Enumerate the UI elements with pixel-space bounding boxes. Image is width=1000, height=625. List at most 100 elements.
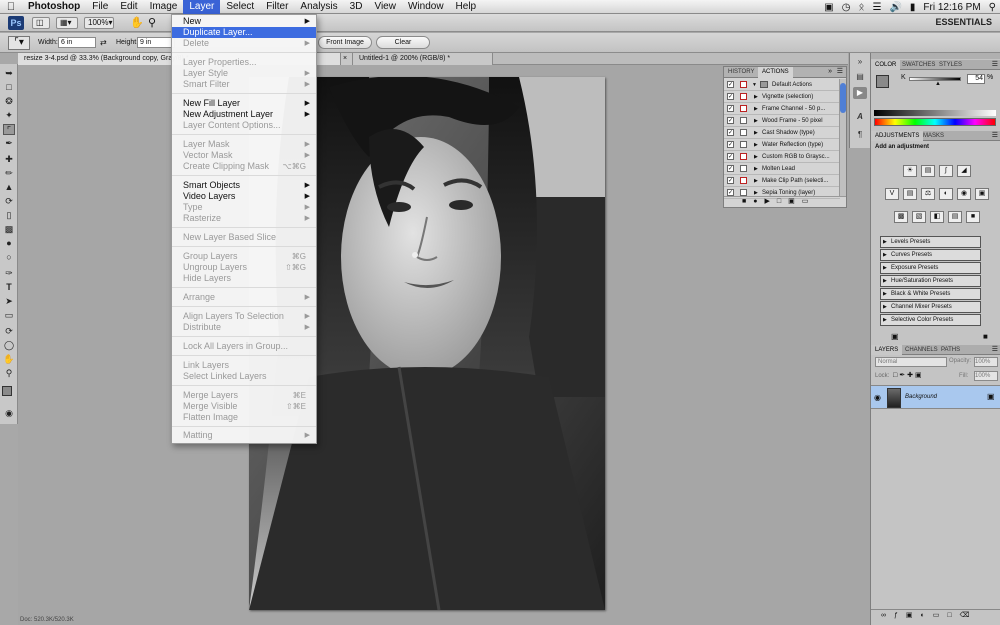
posterize-icon[interactable]: ▧ — [912, 211, 926, 223]
expand-triangle-icon[interactable]: ▶ — [754, 91, 758, 103]
tab-history[interactable]: HISTORY — [724, 67, 758, 78]
3d-orbit-tool-icon[interactable]: ◯ — [3, 340, 15, 351]
visibility-eye-icon[interactable]: ◉ — [874, 393, 881, 402]
check-icon[interactable]: ✓ — [727, 177, 734, 184]
threshold-icon[interactable]: ◧ — [930, 211, 944, 223]
menu-item-flatten-image[interactable]: Flatten Image — [172, 412, 316, 423]
menu-item-video-layers[interactable]: Video Layers ▶ — [172, 191, 316, 202]
menu-select[interactable]: Select — [220, 0, 260, 14]
menu-item-layer-content-options[interactable]: Layer Content Options... — [172, 120, 316, 131]
volume-icon[interactable]: 🔊 — [889, 2, 901, 13]
menu-item-new[interactable]: New ▶ — [172, 16, 316, 27]
view-extras-icon[interactable]: ▦▾ — [56, 17, 78, 29]
selective-color-icon[interactable]: ■ — [966, 211, 980, 223]
menu-item-select-linked-layers[interactable]: Select Linked Layers — [172, 371, 316, 382]
lasso-tool-icon[interactable]: ❂ — [3, 96, 15, 107]
tab-styles[interactable]: STYLES — [935, 60, 966, 70]
adjustment-panel-view-icon[interactable]: ■ — [983, 332, 988, 341]
menu-item-layer-style[interactable]: Layer Style ▶ — [172, 68, 316, 79]
fill-input[interactable]: 100% — [974, 371, 998, 381]
trash-icon[interactable]: ▭ — [802, 198, 816, 205]
gradient-tool-icon[interactable]: ▩ — [3, 224, 15, 235]
check-icon[interactable]: ✓ — [727, 189, 734, 196]
check-icon[interactable]: ✓ — [727, 165, 734, 172]
action-row[interactable]: ✓ ▶ Custom RGB to Graysc... — [724, 151, 840, 163]
black-white-icon[interactable]: ◐ — [939, 188, 953, 200]
scrollbar-thumb[interactable] — [840, 83, 846, 113]
menu-3d[interactable]: 3D — [344, 0, 369, 14]
stop-icon[interactable]: ■ — [742, 198, 753, 205]
menu-edit[interactable]: Edit — [114, 0, 143, 14]
link-layers-icon[interactable]: ∞ — [881, 612, 894, 619]
dialog-toggle-icon[interactable] — [740, 141, 747, 148]
menu-file[interactable]: File — [86, 0, 114, 14]
clear-button[interactable]: Clear — [376, 36, 430, 49]
zoom-level-dropdown[interactable]: 100%▾ — [84, 17, 114, 29]
action-row[interactable]: ✓ ▶ Frame Channel - 50 p... — [724, 103, 840, 115]
quick-mask-icon[interactable]: ◉ — [3, 408, 15, 419]
menu-window[interactable]: Window — [402, 0, 450, 14]
invert-icon[interactable]: ▩ — [894, 211, 908, 223]
menu-item-lock-all-layers[interactable]: Lock All Layers in Group... — [172, 341, 316, 352]
check-icon[interactable]: ✓ — [727, 93, 734, 100]
color-spectrum-bar[interactable] — [874, 118, 996, 126]
swap-dimensions-icon[interactable]: ⇄ — [100, 38, 107, 47]
photo-filter-icon[interactable]: ◉ — [957, 188, 971, 200]
tab-masks[interactable]: MASKS — [919, 131, 948, 141]
dialog-toggle-icon[interactable] — [740, 165, 747, 172]
preset-levels[interactable]: ▶ Levels Presets — [880, 236, 981, 248]
brush-tool-icon[interactable]: ✏ — [3, 168, 15, 179]
3d-rotate-tool-icon[interactable]: ⟳ — [3, 326, 15, 337]
crop-tool-icon[interactable]: ⌜ — [3, 124, 15, 135]
expand-triangle-icon[interactable]: ▶ — [754, 127, 758, 139]
menu-item-new-fill-layer[interactable]: New Fill Layer ▶ — [172, 98, 316, 109]
blur-tool-icon[interactable]: ● — [3, 238, 15, 249]
add-mask-icon[interactable]: ▣ — [906, 612, 921, 619]
hand-tool-icon[interactable]: ✋ — [130, 16, 144, 29]
foreground-color-swatch[interactable] — [2, 386, 12, 396]
menu-layer[interactable]: Layer — [183, 0, 221, 14]
dialog-toggle-icon[interactable] — [740, 177, 747, 184]
tab-paths[interactable]: PATHS — [937, 345, 964, 355]
menu-item-merge-visible[interactable]: Merge Visible ⇧⌘E — [172, 401, 316, 412]
width-input[interactable]: 6 in — [58, 37, 96, 48]
tab-swatches[interactable]: SWATCHES — [898, 60, 939, 70]
menu-item-link-layers[interactable]: Link Layers — [172, 360, 316, 371]
action-row[interactable]: ✓ ▶ Cast Shadow (type) — [724, 127, 840, 139]
slider-handle-icon[interactable]: ▲ — [935, 81, 941, 87]
bluetooth-icon[interactable]: ᛟ — [858, 2, 864, 13]
hue-saturation-icon[interactable]: ▤ — [903, 188, 917, 200]
check-icon[interactable]: ✓ — [727, 129, 734, 136]
preset-selective-color[interactable]: ▶ Selective Color Presets — [880, 314, 981, 326]
tab-actions[interactable]: ACTIONS — [758, 67, 793, 78]
vibrance-icon[interactable]: V — [885, 188, 899, 200]
expand-triangle-icon[interactable]: ▶ — [754, 139, 758, 151]
preset-channel-mixer[interactable]: ▶ Channel Mixer Presets — [880, 301, 981, 313]
check-icon[interactable]: ✓ — [727, 153, 734, 160]
menu-item-new-adjustment-layer[interactable]: New Adjustment Layer ▶ — [172, 109, 316, 120]
foreground-color-swatch[interactable] — [876, 75, 889, 88]
character-panel-icon[interactable]: A — [853, 111, 867, 123]
layer-style-icon[interactable]: ƒ — [894, 612, 906, 619]
menu-item-distribute[interactable]: Distribute ▶ — [172, 322, 316, 333]
preset-black-white[interactable]: ▶ Black & White Presets — [880, 288, 981, 300]
menu-app-name[interactable]: Photoshop — [22, 0, 86, 14]
new-action-icon[interactable]: ▣ — [788, 198, 802, 205]
dialog-toggle-icon[interactable] — [740, 117, 747, 124]
marquee-tool-icon[interactable]: □ — [3, 82, 15, 93]
menu-item-rasterize[interactable]: Rasterize ▶ — [172, 213, 316, 224]
shape-tool-icon[interactable]: ▭ — [3, 310, 15, 321]
menu-item-group-layers[interactable]: Group Layers ⌘G — [172, 251, 316, 262]
blend-mode-select[interactable]: Normal — [875, 357, 947, 367]
preset-exposure[interactable]: ▶ Exposure Presets — [880, 262, 981, 274]
move-tool-icon[interactable]: ➥ — [3, 68, 15, 79]
tab-channels[interactable]: CHANNELS — [901, 345, 942, 355]
dialog-toggle-icon[interactable] — [740, 93, 747, 100]
menu-item-layer-properties[interactable]: Layer Properties... — [172, 57, 316, 68]
screen-share-icon[interactable]: ▣ — [824, 2, 833, 13]
spotlight-icon[interactable]: ⚲ — [989, 2, 996, 13]
menu-item-type[interactable]: Type ▶ — [172, 202, 316, 213]
new-layer-icon[interactable]: □ — [947, 612, 959, 619]
preset-curves[interactable]: ▶ Curves Presets — [880, 249, 981, 261]
height-input[interactable]: 9 in — [137, 37, 175, 48]
